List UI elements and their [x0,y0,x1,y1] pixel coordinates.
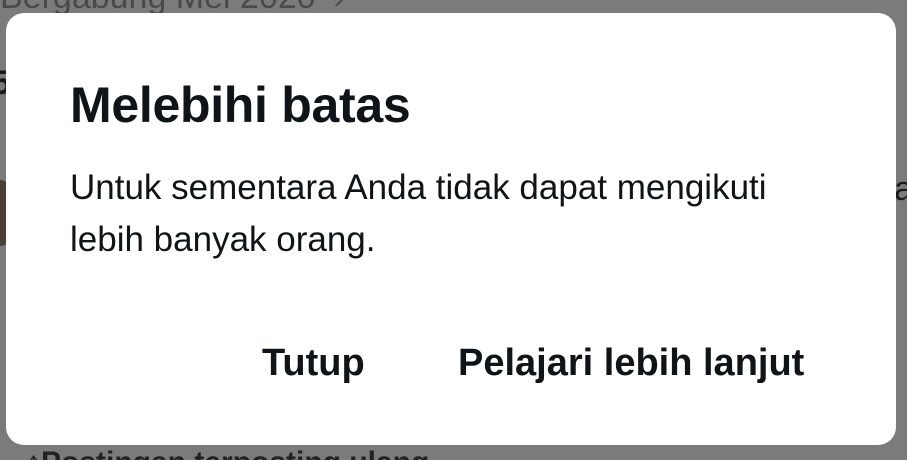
repost-label: ↑Postingan terposting ulang [26,446,429,460]
background-text-fragment: a [894,170,907,208]
dialog-title: Melebihi batas [70,77,411,133]
dialog-message: Untuk sementara Anda tidak dapat mengiku… [70,168,767,259]
close-button[interactable]: Tutup [262,338,365,388]
learn-more-button[interactable]: Pelajari lebih lanjut [458,338,804,388]
